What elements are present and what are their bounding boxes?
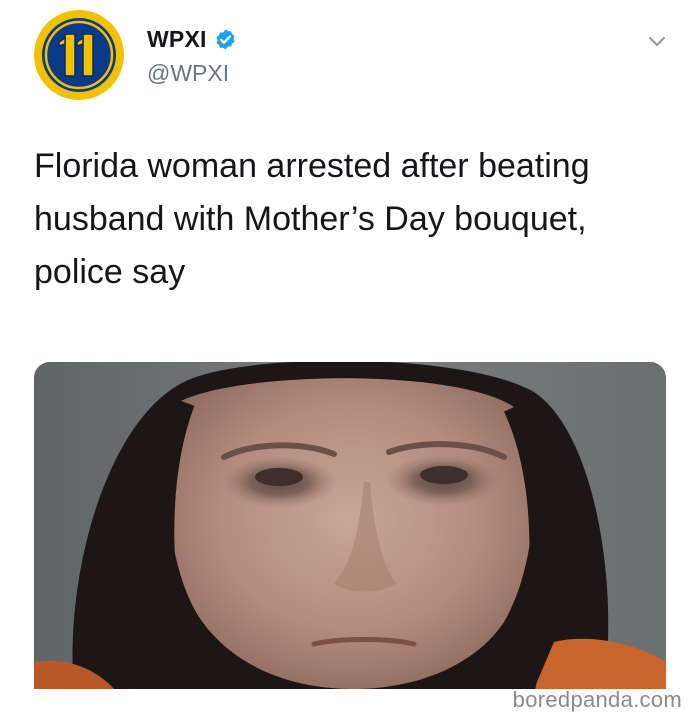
display-name-row: WPXI (147, 22, 237, 56)
tweet-text-line: police say (34, 253, 186, 291)
tweet-text: Florida woman arrested after beating hus… (34, 140, 664, 299)
account-names: WPXI @WPXI (147, 22, 237, 87)
watermark: boredpanda.com (512, 687, 682, 712)
wpxi-logo-icon (34, 10, 124, 100)
mugshot-photo (34, 362, 666, 689)
tweet-text-line: husband with Mother’s Day bouquet, (34, 200, 587, 238)
tweet-text-line: Florida woman arrested after beating (34, 147, 590, 185)
tweet-header: WPXI @WPXI (0, 0, 700, 120)
tweet-photo[interactable] (34, 362, 666, 689)
verified-badge-icon (214, 28, 237, 51)
avatar[interactable] (33, 9, 125, 101)
handle[interactable]: @WPXI (147, 60, 237, 87)
tweet-card: WPXI @WPXI Florida woman arrested after … (0, 0, 700, 721)
display-name[interactable]: WPXI (147, 26, 207, 53)
chevron-down-icon[interactable] (646, 30, 668, 52)
